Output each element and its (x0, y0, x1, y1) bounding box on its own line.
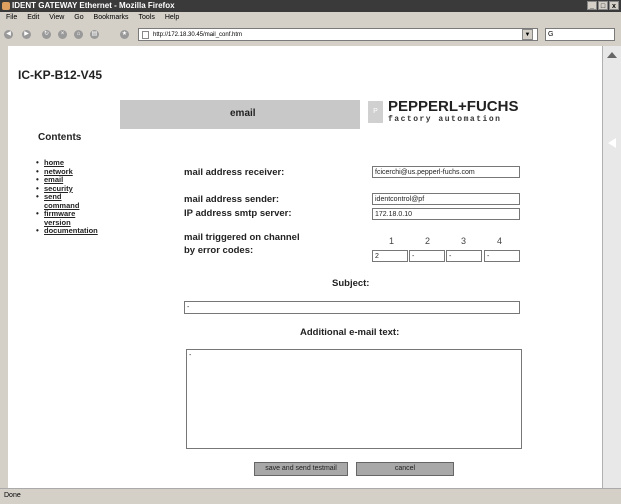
additional-text-label: Additional e-mail text: (300, 327, 400, 338)
menu-help[interactable]: Help (165, 14, 179, 21)
bookmark-icon[interactable]: ★ (120, 30, 129, 39)
receiver-field[interactable]: fcicerchi@us.pepperl-fuchs.com (372, 166, 520, 178)
menu-file[interactable]: File (6, 14, 17, 21)
nav-item-firmware-version: firmware version (36, 209, 94, 227)
sidebar-toggle-icon[interactable] (608, 138, 616, 148)
scroll-up-icon[interactable] (607, 52, 617, 58)
smtp-label: IP address smtp server: (184, 208, 292, 219)
subject-field[interactable]: - (184, 301, 520, 314)
minimize-button[interactable]: _ (587, 1, 597, 10)
navigation-toolbar: ◀ ▶ ↻ × ⌂ ▤ ★ http://172.18.30.45/mail_c… (0, 24, 621, 47)
menu-bookmarks[interactable]: Bookmarks (94, 14, 129, 21)
logo-mark-icon: P (368, 101, 383, 123)
menu-go[interactable]: Go (74, 14, 83, 21)
sender-label: mail address sender: (184, 194, 280, 205)
firefox-icon (2, 2, 10, 10)
trigger-label-line1: mail triggered on channel (184, 232, 300, 243)
back-icon[interactable]: ◀ (4, 30, 13, 39)
cancel-button[interactable]: cancel (356, 462, 454, 476)
url-text: http://172.18.30.45/mail_conf.htm (153, 32, 243, 38)
brand-tagline: factory automation (388, 115, 502, 124)
smtp-field[interactable]: 172.18.0.10 (372, 208, 520, 220)
page-title: email (230, 108, 256, 119)
menu-view[interactable]: View (49, 14, 64, 21)
search-engine-icon: G (548, 31, 554, 38)
window-controls: _ □ x (587, 1, 619, 10)
device-name: IC-KP-B12-V45 (18, 68, 103, 82)
menu-bar: File Edit View Go Bookmarks Tools Help (0, 12, 621, 24)
maximize-button[interactable]: □ (598, 1, 608, 10)
trigger-label-line2: by error codes: (184, 245, 254, 256)
search-box[interactable]: G (545, 28, 615, 41)
window-title: IDENT GATEWAY Ethernet - Mozilla Firefox (12, 1, 175, 10)
url-bar[interactable]: http://172.18.30.45/mail_conf.htm (138, 28, 538, 41)
channel-2-field[interactable]: - (409, 250, 445, 262)
status-bar: Done (0, 488, 621, 504)
channel-4-field[interactable]: - (484, 250, 520, 262)
reload-icon[interactable]: ↻ (42, 30, 51, 39)
vertical-scrollbar[interactable] (602, 46, 621, 488)
contents-heading: Contents (38, 132, 82, 143)
menu-tools[interactable]: Tools (139, 14, 155, 21)
channel-1-field[interactable]: 2 (372, 250, 408, 262)
close-button[interactable]: x (609, 1, 619, 10)
channel-3-field[interactable]: - (446, 250, 482, 262)
page-icon (142, 31, 149, 39)
left-column: IC-KP-B12-V45 Contents home network emai… (8, 46, 118, 488)
subject-label: Subject: (332, 278, 370, 289)
nav-link-documentation[interactable]: documentation (44, 226, 98, 235)
nav-item-send-command: send command (36, 192, 94, 210)
nav-list: home network email security send command… (36, 158, 98, 236)
home-icon[interactable]: ⌂ (74, 30, 83, 39)
forward-icon[interactable]: ▶ (22, 30, 31, 39)
sender-field[interactable]: identcontrol@pf (372, 193, 520, 205)
channel-3-label: 3 (461, 236, 467, 246)
window-titlebar: IDENT GATEWAY Ethernet - Mozilla Firefox… (0, 0, 621, 12)
channel-4-label: 4 (497, 236, 503, 246)
brand-name: PEPPERL+FUCHS (388, 98, 519, 115)
channel-1-label: 1 (389, 236, 395, 246)
main-content: email P PEPPERL+FUCHS factory automation… (120, 46, 602, 488)
nav-link-firmware-version[interactable]: firmware version (44, 209, 75, 227)
save-and-send-testmail-button[interactable]: save and send testmail (254, 462, 348, 476)
additional-text-area[interactable]: - (186, 349, 522, 449)
receiver-label: mail address receiver: (184, 167, 285, 178)
channel-2-label: 2 (425, 236, 431, 246)
menu-edit[interactable]: Edit (27, 14, 39, 21)
nav-item-documentation: documentation (36, 226, 98, 236)
url-dropdown-icon[interactable]: ▼ (522, 29, 533, 40)
stop-icon[interactable]: × (58, 30, 67, 39)
nav-link-send-command[interactable]: send command (44, 192, 79, 210)
print-icon[interactable]: ▤ (90, 30, 99, 39)
status-text: Done (4, 492, 21, 499)
